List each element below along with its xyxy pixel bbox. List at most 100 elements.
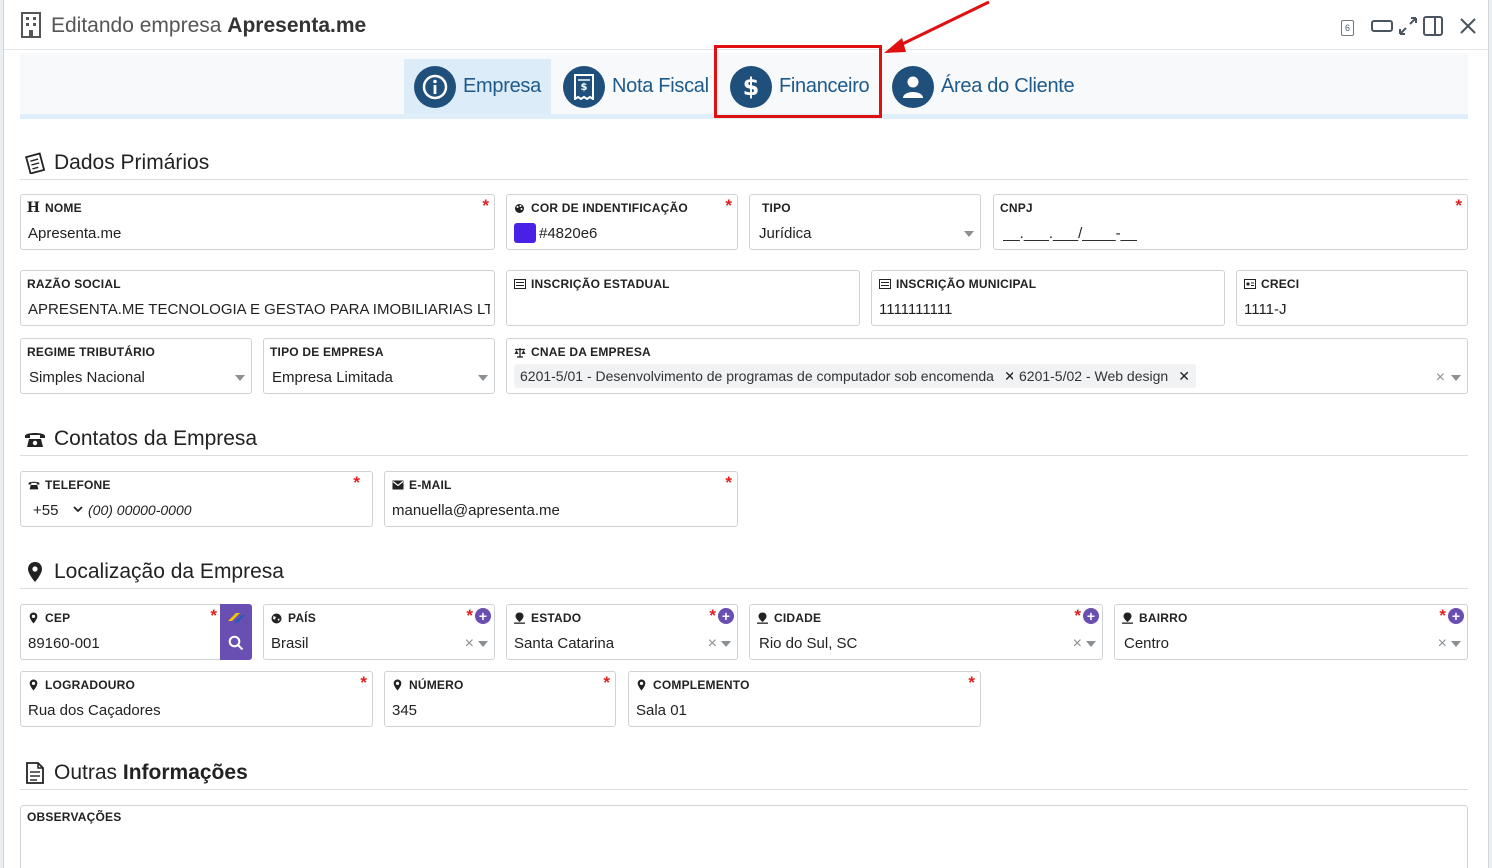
add-estado-button[interactable]: + [718,608,734,624]
color-swatch[interactable] [514,223,536,243]
complemento-value: Sala 01 [636,702,687,719]
regime-tributario-select[interactable]: REGIME TRIBUTÁRIO Simples Nacional [20,338,252,394]
chevron-down-icon [1086,641,1096,647]
annotation-arrow-icon [884,0,990,53]
clear-icon[interactable]: × [465,635,474,653]
razao-social-value: APRESENTA.ME TECNOLOGIA E GESTAO PARA IM… [28,301,490,318]
section-localizacao: Localização da Empresa [20,555,1468,589]
required-mark: * [466,606,473,625]
cep-field[interactable]: CEP * 89160-001 [20,604,252,660]
maximize-button[interactable] [1396,14,1420,38]
logradouro-value: Rua dos Caçadores [28,702,161,719]
tipo-empresa-select[interactable]: TIPO DE EMPRESA Empresa Limitada [263,338,495,394]
chevron-down-icon [721,641,731,647]
required-mark: * [1455,196,1462,215]
palette-icon [513,202,526,215]
creci-field[interactable]: CRECI 1111-J [1236,270,1468,326]
required-mark: * [353,473,360,492]
add-pais-button[interactable]: + [475,608,491,624]
map-pin-icon [27,612,40,625]
expand-icon [1399,17,1417,35]
map-pin-icon [391,679,404,692]
modal-header: Editando empresa Apresenta.me 6 [4,0,1488,50]
chevron-down-icon [964,231,974,237]
tipo-empresa-value: Empresa Limitada [272,369,393,386]
inscricao-municipal-value: 1111111111 [879,301,953,318]
inscricao-estadual-field[interactable]: INSCRIÇÃO ESTADUAL [506,270,860,326]
required-mark: * [210,606,217,625]
estado-select[interactable]: ESTADO * + Santa Catarina × [506,604,738,660]
chevron-down-icon [235,375,245,381]
close-button[interactable] [1456,14,1480,38]
required-mark: * [709,606,716,625]
bairro-select[interactable]: BAIRRO * + Centro × [1114,604,1468,660]
user-icon [892,65,934,108]
nome-field[interactable]: H NOME * Apresenta.me [20,194,495,250]
map-marker-icon [756,612,769,625]
svg-text:$: $ [581,82,588,93]
tab-nota-fiscal[interactable]: $ Nota Fiscal [553,59,713,114]
clear-icon[interactable]: × [1073,635,1082,653]
cidade-select[interactable]: CIDADE * + Rio do Sul, SC × [749,604,1103,660]
window-count-badge[interactable]: 6 [1341,20,1354,36]
cnae-chip: 6201-5/01 - Desenvolvimento de programas… [514,364,1022,388]
document-icon [22,761,48,785]
page-title: Editando empresa Apresenta.me [51,14,367,37]
pais-select[interactable]: PAÍS * + Brasil × [263,604,495,660]
close-icon [1460,18,1476,34]
scale-icon [513,346,526,359]
info-icon [414,65,456,108]
telefone-field[interactable]: TELEFONE * +55 (00) 00000-0000 [20,471,373,527]
bairro-value: Centro [1124,635,1170,652]
map-marker-icon [1121,612,1134,625]
side-panel-button[interactable] [1421,14,1445,38]
add-bairro-button[interactable]: + [1448,608,1464,624]
envelope-icon [391,479,404,492]
section-dados-primarios: Dados Primários [20,146,1468,180]
map-pin-icon [22,560,48,584]
section-contatos: Contatos da Empresa [20,422,1468,456]
observacoes-textarea[interactable]: OBSERVAÇÕES [20,805,1468,868]
razao-social-field[interactable]: RAZÃO SOCIAL APRESENTA.ME TECNOLOGIA E G… [20,270,495,326]
clear-icon[interactable]: × [708,635,717,653]
tab-area-do-cliente[interactable]: Área do Cliente [882,59,1082,114]
complemento-field[interactable]: COMPLEMENTO * Sala 01 [628,671,981,727]
required-mark: * [968,673,975,692]
sidebar-toggle-icon [1423,16,1443,36]
receipt-icon: $ [563,65,605,108]
cor-identificacao-field[interactable]: COR DE INDENTIFICAÇÃO * #4820e6 [506,194,738,250]
tipo-value: Jurídica [759,225,812,242]
inscricao-municipal-field[interactable]: INSCRIÇÃO MUNICIPAL 1111111111 [871,270,1225,326]
clear-icon[interactable]: × [1436,369,1445,387]
estado-value: Santa Catarina [514,635,615,652]
tab-empresa[interactable]: Empresa [404,59,551,114]
required-mark: * [360,673,367,692]
email-field[interactable]: E-MAIL * manuella@apresenta.me [384,471,738,527]
document-stack-icon [22,151,48,175]
search-icon [228,635,244,651]
id-card-icon [878,278,891,291]
cnae-multiselect[interactable]: CNAE DA EMPRESA 6201-5/01 - Desenvolvime… [506,338,1468,394]
map-pin-icon [635,679,648,692]
numero-value: 345 [392,702,418,719]
required-mark: * [603,673,610,692]
cep-value: 89160-001 [28,635,100,652]
required-mark: * [1439,606,1446,625]
chevron-down-icon [73,506,83,513]
cidade-value: Rio do Sul, SC [759,635,858,652]
chevron-down-icon [478,375,488,381]
cor-value: #4820e6 [539,225,598,242]
logradouro-field[interactable]: LOGRADOURO * Rua dos Caçadores [20,671,373,727]
clear-icon[interactable]: × [1438,635,1447,653]
numero-field[interactable]: NÚMERO * 345 [384,671,616,727]
cnpj-placeholder: __.___.___/____-__ [1003,225,1138,242]
restore-window-button[interactable] [1370,14,1394,38]
cep-search-button[interactable] [220,604,252,660]
chevron-down-icon [1451,641,1461,647]
add-cidade-button[interactable]: + [1083,608,1099,624]
remove-chip-icon[interactable]: ✕ [1178,368,1190,385]
required-mark: * [725,196,732,215]
cnpj-field[interactable]: CNPJ * __.___.___/____-__ [993,194,1468,250]
tipo-select[interactable]: TIPO Jurídica [749,194,981,250]
country-code-select[interactable]: +55 [33,502,58,519]
